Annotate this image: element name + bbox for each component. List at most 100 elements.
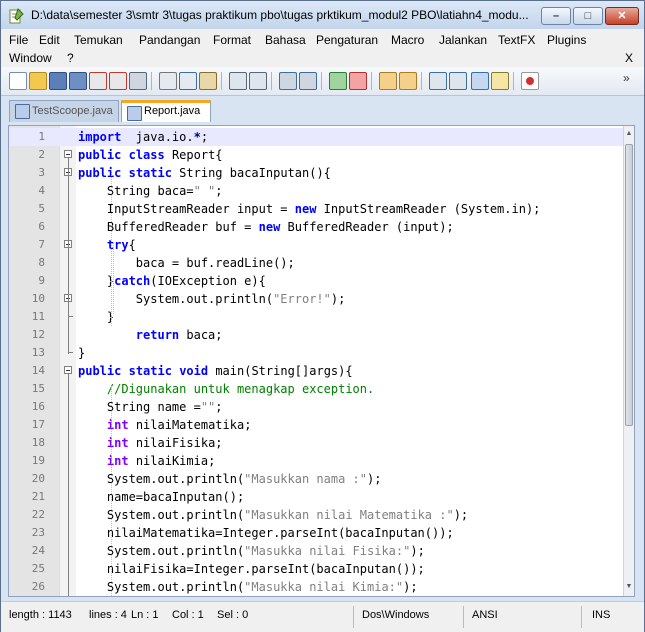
code-line[interactable]: 16 String name =""; xyxy=(9,398,624,416)
code-line[interactable]: 13} xyxy=(9,344,624,362)
cut-icon[interactable] xyxy=(159,72,177,90)
print-icon[interactable] xyxy=(129,72,147,90)
indent-guide-icon[interactable] xyxy=(471,72,489,90)
save-all-icon[interactable] xyxy=(69,72,87,90)
menu-file[interactable]: File xyxy=(9,33,28,47)
menu-textfx[interactable]: TextFX xyxy=(498,33,535,47)
scroll-up-icon[interactable]: ▲ xyxy=(625,129,633,139)
code-line[interactable]: 15 //Digunakan untuk menagkap exception. xyxy=(9,380,624,398)
sync-vertical-icon[interactable] xyxy=(379,72,397,90)
status-encoding: ANSI xyxy=(472,609,498,621)
scroll-thumb[interactable] xyxy=(625,144,633,426)
code-text: } xyxy=(78,344,85,362)
copy-icon[interactable] xyxy=(179,72,197,90)
menu-edit[interactable]: Edit xyxy=(39,33,60,47)
menu-plugins[interactable]: Plugins xyxy=(547,33,586,47)
code-token: } xyxy=(78,274,115,288)
code-line[interactable]: 9 }catch(IOException e){ xyxy=(9,272,624,290)
save-icon[interactable] xyxy=(49,72,67,90)
code-line[interactable]: 23 nilaiMatematika=Integer.parseInt(baca… xyxy=(9,524,624,542)
menu-bahasa[interactable]: Bahasa xyxy=(265,33,306,47)
code-line[interactable]: 25 nilaiFisika=Integer.parseInt(bacaInpu… xyxy=(9,560,624,578)
menu-format[interactable]: Format xyxy=(213,33,251,47)
code-line[interactable]: 6 BufferedReader buf = new BufferedReade… xyxy=(9,218,624,236)
title-bar[interactable]: D:\data\semester 3\smtr 3\tugas praktiku… xyxy=(1,1,644,29)
user-lang-icon[interactable] xyxy=(491,72,509,90)
code-line[interactable]: 17 int nilaiMatematika; xyxy=(9,416,624,434)
line-number: 13 xyxy=(31,346,45,359)
menu-help[interactable]: ? xyxy=(67,51,74,65)
code-token: (IOException e){ xyxy=(150,274,266,288)
notepad-app-icon xyxy=(9,8,24,24)
replace-icon[interactable] xyxy=(299,72,317,90)
fold-toggle-class[interactable] xyxy=(64,150,72,158)
fold-toggle-main[interactable] xyxy=(64,366,72,374)
show-all-chars-icon[interactable] xyxy=(449,72,467,90)
code-token: ); xyxy=(403,580,418,594)
vertical-scrollbar[interactable]: ▲ ▼ xyxy=(623,126,634,596)
code-line[interactable]: 21 name=bacaInputan(); xyxy=(9,488,624,506)
code-line[interactable]: 1 import java.io.*; xyxy=(9,128,624,146)
menu-temukan[interactable]: Temukan xyxy=(74,33,123,47)
code-line[interactable]: 12 return baca; xyxy=(9,326,624,344)
code-text: }catch(IOException e){ xyxy=(78,272,266,290)
code-line[interactable]: 8 baca = buf.readLine(); xyxy=(9,254,624,272)
toolbar-overflow-icon[interactable]: » xyxy=(623,71,630,85)
code-line[interactable]: 22 System.out.println("Masukkan nilai Ma… xyxy=(9,506,624,524)
indent-guide xyxy=(111,386,112,596)
code-line[interactable]: 10 System.out.println("Error!"); xyxy=(9,290,624,308)
close-all-icon[interactable] xyxy=(109,72,127,90)
menu-macro[interactable]: Macro xyxy=(391,33,424,47)
code-line[interactable]: 7 try{ xyxy=(9,236,624,254)
code-text: public static void main(String[]args){ xyxy=(78,362,353,380)
status-divider xyxy=(581,606,582,628)
code-line[interactable]: 20 System.out.println("Masukkan nama :")… xyxy=(9,470,624,488)
code-line[interactable]: 3 public static String bacaInputan(){ xyxy=(9,164,624,182)
menu-jalankan[interactable]: Jalankan xyxy=(439,33,487,47)
code-token: ; xyxy=(215,184,223,198)
menu-pandangan[interactable]: Pandangan xyxy=(139,33,200,47)
code-token: catch xyxy=(114,274,151,288)
status-divider xyxy=(463,606,464,628)
zoom-in-icon[interactable] xyxy=(329,72,347,90)
word-wrap-icon[interactable] xyxy=(429,72,447,90)
code-line[interactable]: 18 int nilaiFisika; xyxy=(9,434,624,452)
code-line[interactable]: 14 public static void main(String[]args){ xyxy=(9,362,624,380)
fold-end xyxy=(68,352,73,353)
code-line[interactable]: 2 public class Report{ xyxy=(9,146,624,164)
code-line[interactable]: 4 String baca=" "; xyxy=(9,182,624,200)
open-file-icon[interactable] xyxy=(29,72,47,90)
scroll-down-icon[interactable]: ▼ xyxy=(625,582,633,592)
find-icon[interactable] xyxy=(279,72,297,90)
paste-icon[interactable] xyxy=(199,72,217,90)
close-document-button[interactable]: X xyxy=(625,51,633,65)
code-line[interactable]: 26 System.out.println("Masukka nilai Kim… xyxy=(9,578,624,596)
code-text: System.out.println("Error!"); xyxy=(78,290,346,308)
record-macro-icon[interactable] xyxy=(521,72,539,90)
code-token: public xyxy=(78,166,122,180)
line-number: 15 xyxy=(31,382,45,395)
code-line[interactable]: 11 } xyxy=(9,308,624,326)
tab-report[interactable]: Report.java xyxy=(121,100,211,122)
sync-horizontal-icon[interactable] xyxy=(399,72,417,90)
code-text: String name =""; xyxy=(78,398,223,416)
line-number: 20 xyxy=(31,472,45,485)
menu-pengaturan[interactable]: Pengaturan xyxy=(316,33,378,47)
close-file-icon[interactable] xyxy=(89,72,107,90)
undo-icon[interactable] xyxy=(229,72,247,90)
code-text: int nilaiFisika; xyxy=(78,434,223,452)
tab-testscoope[interactable]: TestScoope.java xyxy=(9,100,119,122)
code-line[interactable]: 5 InputStreamReader input = new InputStr… xyxy=(9,200,624,218)
redo-icon[interactable] xyxy=(249,72,267,90)
zoom-out-icon[interactable] xyxy=(349,72,367,90)
maximize-button[interactable]: □ xyxy=(573,7,603,25)
code-line[interactable]: 24 System.out.println("Masukka nilai Fis… xyxy=(9,542,624,560)
menu-window[interactable]: Window xyxy=(9,51,52,65)
minimize-button[interactable]: – xyxy=(541,7,571,25)
new-file-icon[interactable] xyxy=(9,72,27,90)
code-line[interactable]: 19 int nilaiKimia; xyxy=(9,452,624,470)
close-window-button[interactable]: ✕ xyxy=(605,7,639,25)
code-editor[interactable]: 1 import java.io.*; 2 public class Report{3… xyxy=(8,125,635,597)
